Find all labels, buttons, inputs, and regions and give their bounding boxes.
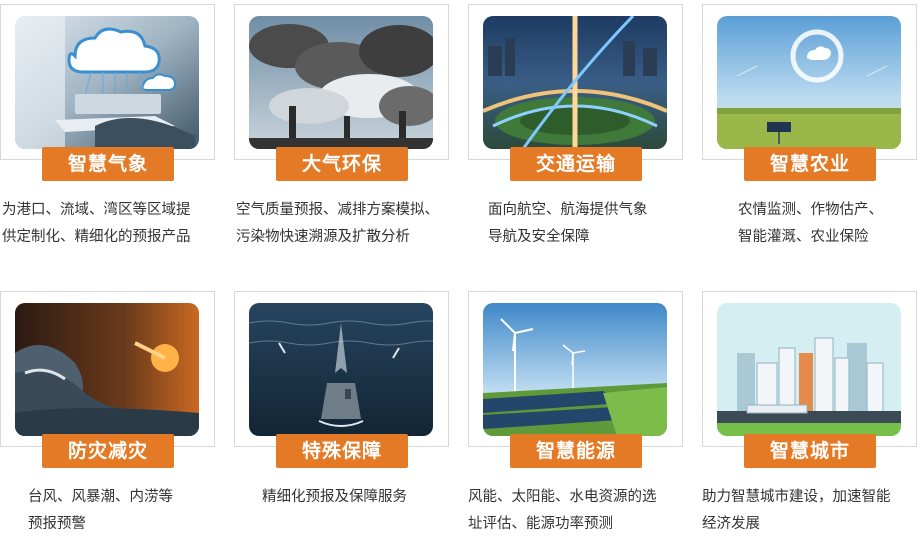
description-line: 址评估、能源功率预测: [468, 516, 613, 532]
card-title: 交通运输: [510, 147, 642, 181]
description-line: 供定制化、精细化的预报产品: [2, 229, 191, 245]
description-line: 经济发展: [702, 516, 760, 532]
description-line: 风能、太阳能、水电资源的选: [468, 489, 657, 505]
card-title: 智慧城市: [744, 434, 876, 468]
description-line: 智能灌溉、农业保险: [738, 229, 869, 245]
farmland-sensor-icon: [717, 16, 901, 149]
description-line: 为港口、流域、湾区等区域提: [2, 202, 191, 218]
card-title: 智慧农业: [744, 147, 876, 181]
card-title: 特殊保障: [276, 434, 408, 468]
description-line: 导航及安全保障: [488, 229, 590, 245]
card-description: 面向航空、航海提供气象 导航及安全保障: [488, 197, 688, 251]
storm-wave-icon: [15, 303, 199, 436]
wind-solar-icon: [483, 303, 667, 436]
cloud-computing-icon: [15, 16, 199, 149]
factory-smoke-icon: [249, 16, 433, 149]
card-title: 大气环保: [276, 147, 408, 181]
card-description: 台风、风暴潮、内涝等 预报预警: [28, 484, 208, 538]
description-line: 精细化预报及保障服务: [262, 489, 407, 505]
description-line: 预报预警: [28, 516, 86, 532]
description-line: 农情监测、作物估产、: [738, 202, 883, 218]
description-line: 面向航空、航海提供气象: [488, 202, 648, 218]
description-line: 空气质量预报、减排方案模拟、: [236, 202, 439, 218]
card-description: 为港口、流域、湾区等区域提 供定制化、精细化的预报产品: [2, 197, 216, 251]
card-description: 助力智慧城市建设，加速智能 经济发展: [702, 484, 920, 538]
card-description: 风能、太阳能、水电资源的选 址评估、能源功率预测: [468, 484, 688, 538]
aircraft-carrier-icon: [249, 303, 433, 436]
card-title: 防灾减灾: [42, 434, 174, 468]
card-title: 智慧能源: [510, 434, 642, 468]
card-description: 精细化预报及保障服务: [262, 484, 462, 511]
card-description: 空气质量预报、减排方案模拟、 污染物快速溯源及扩散分析: [236, 197, 466, 251]
card-title: 智慧气象: [42, 147, 174, 181]
city-skyline-icon: [717, 303, 901, 436]
description-line: 污染物快速溯源及扩散分析: [236, 229, 410, 245]
description-line: 台风、风暴潮、内涝等: [28, 489, 173, 505]
description-line: 助力智慧城市建设，加速智能: [702, 489, 891, 505]
highway-interchange-icon: [483, 16, 667, 149]
card-description: 农情监测、作物估产、 智能灌溉、农业保险: [738, 197, 918, 251]
